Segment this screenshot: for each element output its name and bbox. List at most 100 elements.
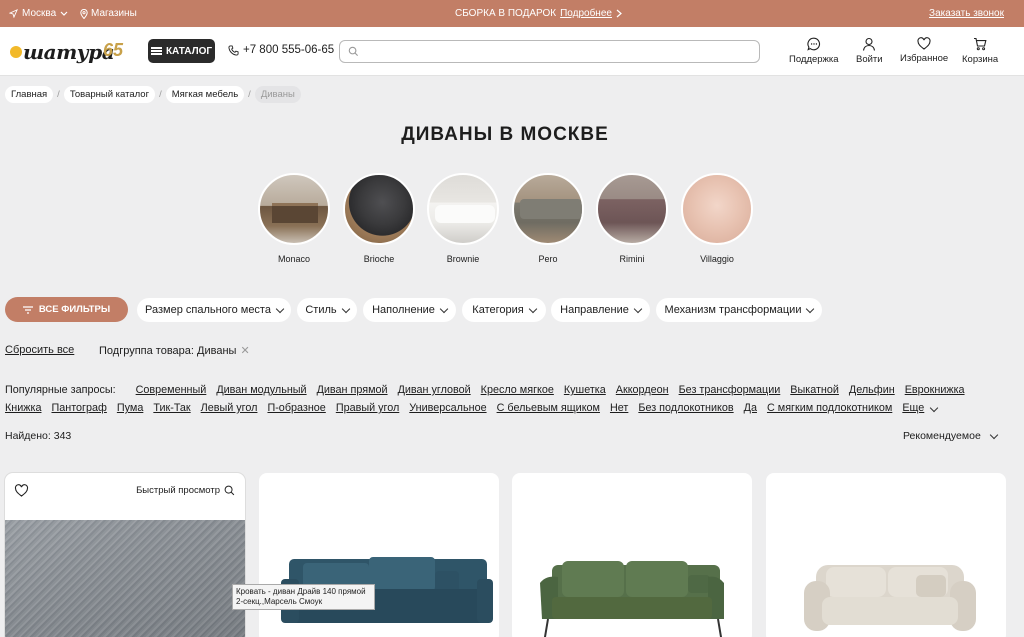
breadcrumb-item[interactable]: Товарный каталог [63, 86, 156, 103]
cart-icon [974, 37, 987, 51]
menu-icon [150, 47, 162, 55]
all-filters-label: ВСЕ ФИЛЬТРЫ [38, 304, 111, 315]
catalog-label: КАТАЛОГ [165, 45, 213, 57]
nav-label: Поддержка [789, 54, 839, 65]
more-queries-button[interactable]: Еще [902, 402, 924, 414]
shops-link[interactable]: Магазины [80, 8, 137, 19]
breadcrumb-item[interactable]: Главная [5, 86, 54, 103]
catalog-button[interactable]: КАТАЛОГ [148, 39, 215, 63]
collection-name: Monaco [277, 254, 311, 264]
phone-link[interactable]: +7 800 555-06-65 [228, 44, 334, 56]
filter-label: Механизм трансформации [664, 304, 802, 316]
product-card[interactable] [512, 473, 752, 637]
chevron-down-icon [341, 304, 350, 313]
collection-brownie[interactable]: Brownie [425, 173, 501, 264]
collection-name: Pero [538, 254, 558, 264]
query-link[interactable]: Без трансформации [679, 384, 781, 396]
filter-sleeping-size[interactable]: Размер спального места [137, 298, 291, 322]
nav-favorites[interactable]: Избранное [900, 37, 948, 64]
nav-label: Корзина [962, 54, 999, 65]
shops-label: Магазины [91, 8, 137, 19]
query-link[interactable]: Тик-Так [153, 402, 190, 414]
search-input[interactable] [362, 44, 752, 60]
top-bar: Москва Магазины СБОРКА В ПОДАРОК Подробн… [0, 0, 1024, 27]
query-link[interactable]: Еврокнижка [905, 384, 965, 396]
phone-icon [228, 44, 239, 56]
sort-select[interactable]: Рекомендуемое [903, 430, 999, 442]
logo-sun-icon [10, 46, 22, 58]
filter-category[interactable]: Категория [462, 298, 546, 322]
chevron-down-icon [439, 304, 449, 313]
query-link[interactable]: Кушетка [564, 384, 606, 396]
nav-login[interactable]: Войти [856, 37, 883, 65]
city-selector[interactable]: Москва [9, 8, 68, 19]
quick-view-button[interactable]: Быстрый просмотр [136, 485, 235, 496]
product-image [5, 520, 245, 637]
header: шатура 65 КАТАЛОГ +7 800 555-06-65 Подде… [0, 27, 1024, 76]
query-link[interactable]: Левый угол [201, 402, 258, 414]
active-filter-chip: Подгруппа товара: Диваны ✕ [99, 344, 250, 357]
nav-support[interactable]: Поддержка [789, 37, 839, 65]
breadcrumb-separator: / [248, 89, 251, 100]
query-link[interactable]: Да [744, 402, 757, 414]
reset-filters-link[interactable]: Сбросить все [5, 344, 74, 356]
collection-monaco[interactable]: Monaco [256, 173, 332, 264]
product-card[interactable] [259, 473, 499, 637]
product-image [540, 561, 724, 637]
user-icon [863, 37, 876, 51]
popular-label: Популярные запросы: [5, 384, 116, 396]
collection-name: Brownie [446, 254, 480, 264]
query-link[interactable]: С бельевым ящиком [497, 402, 600, 414]
collection-brioche[interactable]: Brioche [341, 173, 417, 264]
query-link[interactable]: Универсальное [409, 402, 486, 414]
collection-villaggio[interactable]: Villaggio [679, 173, 755, 264]
active-filter-label: Подгруппа товара: Диваны [99, 345, 237, 357]
callback-link[interactable]: Заказать звонок [929, 8, 1004, 19]
query-link[interactable]: Аккордеон [616, 384, 669, 396]
query-link[interactable]: Диван угловой [398, 384, 471, 396]
filter-direction[interactable]: Направление [551, 298, 650, 322]
query-link[interactable]: Современный [136, 384, 207, 396]
query-link[interactable]: Пантограф [51, 402, 106, 414]
product-card[interactable] [766, 473, 1006, 637]
query-link[interactable]: Правый угол [336, 402, 399, 414]
query-link[interactable]: Без подлокотников [638, 402, 733, 414]
query-link[interactable]: П-образное [267, 402, 325, 414]
popular-queries: Популярные запросы: Современный Диван моду… [5, 381, 1005, 417]
query-link[interactable]: Нет [610, 402, 628, 414]
query-link[interactable]: Выкатной [790, 384, 839, 396]
filter-style[interactable]: Стиль [297, 298, 357, 322]
collection-rimini[interactable]: Rimini [594, 173, 670, 264]
nav-cart[interactable]: Корзина [962, 37, 998, 65]
heart-icon[interactable] [14, 484, 29, 497]
map-pin-icon [80, 8, 88, 19]
filter-label: Наполнение [372, 304, 435, 316]
logo-text: шатура [23, 40, 115, 64]
query-link[interactable]: Кресло мягкое [481, 384, 554, 396]
breadcrumb-item[interactable]: Мягкая мебель [165, 86, 245, 103]
all-filters-button[interactable]: ВСЕ ФИЛЬТРЫ [5, 297, 128, 322]
results-count: Найдено: 343 [5, 430, 72, 442]
promo-link[interactable]: Подробнее [560, 8, 612, 19]
collection-pero[interactable]: Pero [510, 173, 586, 264]
search-box[interactable] [339, 40, 760, 63]
filter-mechanism[interactable]: Механизм трансформации [656, 298, 822, 322]
query-link[interactable]: Диван прямой [317, 384, 388, 396]
product-card[interactable]: Быстрый просмотр [5, 473, 245, 637]
query-link[interactable]: Пума [117, 402, 143, 414]
collection-image [427, 173, 499, 245]
chat-icon [807, 37, 820, 51]
chevron-right-icon [616, 9, 622, 18]
query-link[interactable]: Книжка [5, 402, 41, 414]
chevron-down-icon [528, 304, 537, 313]
breadcrumb-separator: / [159, 89, 162, 100]
filter-filling[interactable]: Наполнение [363, 298, 456, 322]
collection-name: Brioche [363, 254, 395, 264]
nav-label: Избранное [900, 53, 949, 64]
query-link[interactable]: Дельфин [849, 384, 895, 396]
query-link[interactable]: Диван модульный [216, 384, 306, 396]
logo[interactable]: шатура [10, 40, 115, 64]
collection-image [258, 173, 330, 245]
close-icon[interactable]: ✕ [240, 345, 249, 357]
query-link[interactable]: С мягким подлокотником [767, 402, 892, 414]
